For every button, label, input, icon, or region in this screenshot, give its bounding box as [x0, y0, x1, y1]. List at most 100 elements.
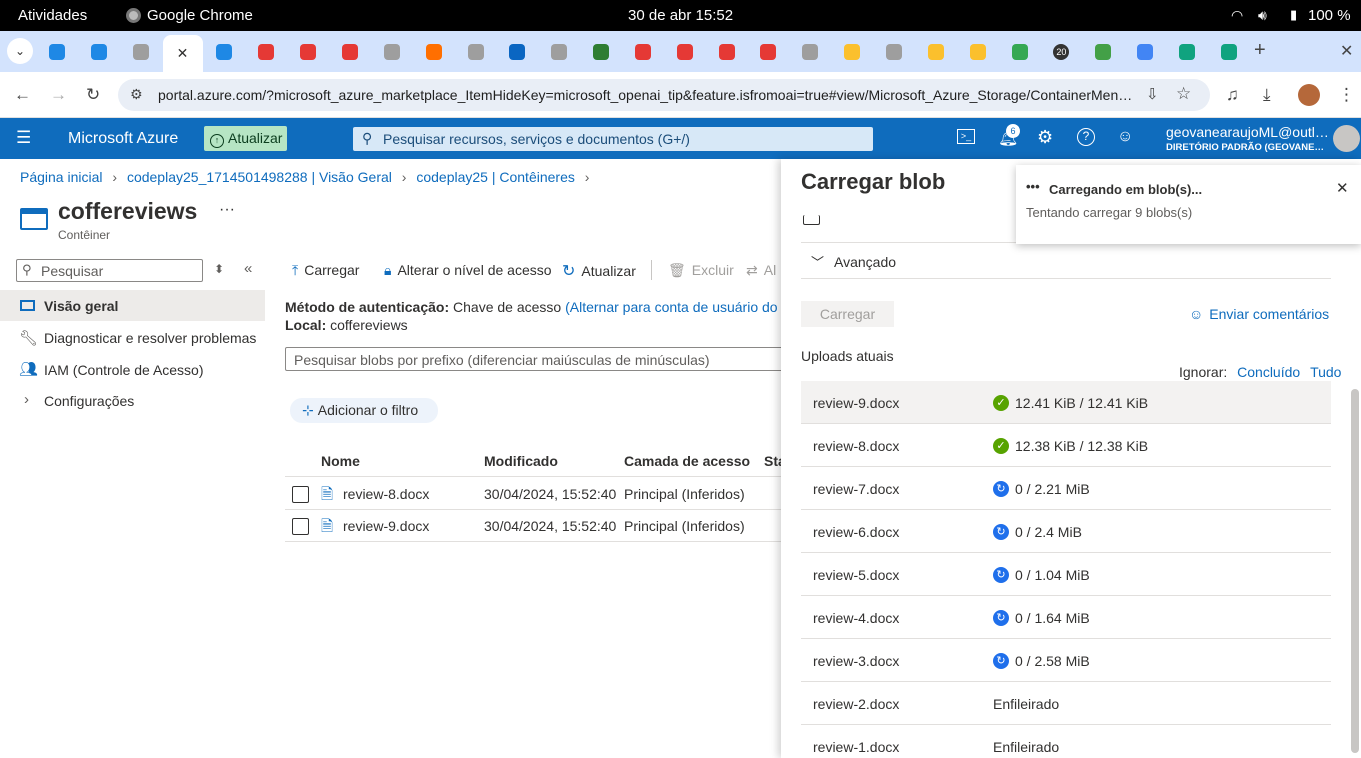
- volume-icon[interactable]: 🔊︎: [1258, 7, 1267, 24]
- global-search-input[interactable]: ⚲ Pesquisar recursos, serviços e documen…: [353, 127, 873, 151]
- battery-icon[interactable]: ▮: [1290, 7, 1297, 23]
- browser-tab[interactable]: [414, 35, 454, 69]
- col-tier[interactable]: Camada de acesso: [624, 453, 750, 469]
- new-tab-button[interactable]: +: [1254, 39, 1266, 62]
- breadcrumb-home[interactable]: Página inicial: [20, 169, 103, 185]
- browser-tab[interactable]: [246, 35, 286, 69]
- tab-search-button[interactable]: ⌄: [7, 38, 33, 64]
- breadcrumb-storage-account[interactable]: codeplay25_1714501498288 | Visão Geral: [127, 169, 392, 185]
- table-row[interactable]: 🗎 review-8.docx 30/04/2024, 15:52:40 Pri…: [285, 478, 785, 510]
- site-info-icon[interactable]: ⚙: [130, 86, 143, 103]
- change-access-command[interactable]: 🔒︎ Alterar o nível de acesso: [384, 262, 552, 279]
- update-button[interactable]: ↑ Atualizar: [204, 126, 287, 151]
- user-email[interactable]: geovanearaujoML@outl…: [1166, 124, 1329, 140]
- more-options-button[interactable]: ···: [219, 201, 235, 219]
- bookmark-star-icon[interactable]: ☆: [1176, 84, 1191, 104]
- nav-item-diagnose[interactable]: 🔧︎ Diagnosticar e resolver problemas: [0, 322, 265, 353]
- browser-tab[interactable]: [1125, 35, 1165, 69]
- upload-row[interactable]: review-1.docx Enfileirado: [801, 725, 1331, 758]
- expand-collapse-icon[interactable]: ⬍: [214, 262, 224, 276]
- browser-tab[interactable]: [790, 35, 830, 69]
- browser-tab[interactable]: [1167, 35, 1207, 69]
- clock[interactable]: 30 de abr 15:52: [628, 7, 733, 24]
- blob-name[interactable]: review-9.docx: [343, 518, 429, 534]
- col-name[interactable]: Nome: [321, 453, 360, 469]
- nav-item-iam[interactable]: 👥︎ IAM (Controle de Acesso): [0, 354, 265, 385]
- table-row[interactable]: 🗎 review-9.docx 30/04/2024, 15:52:40 Pri…: [285, 510, 785, 542]
- browser-tab[interactable]: [958, 35, 998, 69]
- browser-tab[interactable]: [623, 35, 663, 69]
- feedback-icon[interactable]: ☺: [1117, 128, 1133, 146]
- close-window-icon[interactable]: ✕: [1340, 41, 1353, 61]
- upload-command[interactable]: ⤒ Carregar: [292, 262, 359, 279]
- portal-menu-icon[interactable]: ☰: [16, 128, 31, 148]
- nav-item-settings[interactable]: › Configurações: [0, 385, 265, 416]
- blob-name[interactable]: review-8.docx: [343, 486, 429, 502]
- blob-search-input[interactable]: Pesquisar blobs por prefixo (diferenciar…: [285, 347, 785, 371]
- upload-row[interactable]: review-5.docx ↻ 0 / 1.04 MiB: [801, 553, 1331, 596]
- refresh-command[interactable]: ↻ Atualizar: [562, 261, 636, 281]
- upload-row[interactable]: review-3.docx ↻ 0 / 2.58 MiB: [801, 639, 1331, 682]
- azure-brand[interactable]: Microsoft Azure: [68, 130, 178, 148]
- upload-row[interactable]: review-9.docx ✓ 12.41 KiB / 12.41 KiB: [801, 381, 1331, 424]
- col-modified[interactable]: Modificado: [484, 453, 558, 469]
- change-tier-command[interactable]: ⇄ Al: [746, 262, 776, 279]
- blade-scrollbar[interactable]: [1351, 389, 1359, 753]
- user-avatar[interactable]: [1333, 125, 1360, 152]
- ignore-done-link[interactable]: Concluído: [1237, 364, 1300, 380]
- upload-row[interactable]: review-8.docx ✓ 12.38 KiB / 12.38 KiB: [801, 424, 1331, 467]
- back-icon[interactable]: ←: [14, 85, 31, 105]
- reload-icon[interactable]: ↻: [86, 85, 100, 105]
- send-feedback-link[interactable]: ☺ Enviar comentários: [1189, 306, 1329, 322]
- add-filter-button[interactable]: ⊹ Adicionar o filtro: [290, 398, 438, 423]
- upload-row[interactable]: review-7.docx ↻ 0 / 2.21 MiB: [801, 467, 1331, 510]
- media-controls-icon[interactable]: ♫: [1226, 85, 1239, 105]
- switch-auth-link[interactable]: (Alternar para conta de usuário do Micro…: [565, 299, 781, 315]
- browser-tab[interactable]: [79, 35, 119, 69]
- delete-command[interactable]: 🗑︎ Excluir: [668, 262, 734, 279]
- browser-tab[interactable]: [707, 35, 747, 69]
- upload-row[interactable]: review-2.docx Enfileirado: [801, 682, 1331, 725]
- browser-tab[interactable]: [539, 35, 579, 69]
- browser-tab[interactable]: 20: [1041, 35, 1081, 69]
- chrome-menu-icon[interactable]: ⋮: [1338, 85, 1355, 105]
- row-checkbox[interactable]: [292, 518, 309, 535]
- browser-tab[interactable]: [121, 35, 161, 69]
- browser-tab[interactable]: [330, 35, 370, 69]
- active-app[interactable]: Google Chrome: [126, 7, 253, 24]
- browser-tab[interactable]: [372, 35, 412, 69]
- browser-tab[interactable]: [1000, 35, 1040, 69]
- breadcrumb-containers[interactable]: codeplay25 | Contêineres: [416, 169, 575, 185]
- collapse-nav-icon[interactable]: «: [244, 260, 252, 277]
- browser-tab[interactable]: [497, 35, 537, 69]
- profile-avatar[interactable]: [1298, 84, 1320, 106]
- browser-tab[interactable]: [581, 35, 621, 69]
- browser-tab[interactable]: [204, 35, 244, 69]
- advanced-toggle[interactable]: ﹀ Avançado: [811, 252, 896, 271]
- nav-search-input[interactable]: ⚲ Pesquisar: [16, 259, 203, 282]
- upload-row[interactable]: review-4.docx ↻ 0 / 1.64 MiB: [801, 596, 1331, 639]
- wifi-icon[interactable]: ◠: [1231, 7, 1243, 24]
- browser-tab[interactable]: [288, 35, 328, 69]
- activities-button[interactable]: Atividades: [18, 7, 87, 24]
- close-icon[interactable]: ✕: [1336, 179, 1349, 197]
- omnibox[interactable]: ⚙ portal.azure.com/?microsoft_azure_mark…: [118, 79, 1210, 111]
- install-app-icon[interactable]: ⇩: [1146, 85, 1159, 103]
- tab-active[interactable]: ✕: [162, 35, 203, 72]
- upload-submit-button[interactable]: Carregar: [801, 301, 894, 327]
- browser-tab[interactable]: [1209, 35, 1249, 69]
- partial-checkbox[interactable]: [803, 215, 820, 225]
- ignore-all-link[interactable]: Tudo: [1310, 364, 1341, 380]
- forward-icon[interactable]: →: [50, 85, 67, 105]
- browser-tab[interactable]: [832, 35, 872, 69]
- row-checkbox[interactable]: [292, 486, 309, 503]
- browser-tab[interactable]: [665, 35, 705, 69]
- browser-tab[interactable]: [874, 35, 914, 69]
- settings-gear-icon[interactable]: ⚙: [1037, 127, 1053, 148]
- browser-tab[interactable]: [37, 35, 77, 69]
- nav-item-overview[interactable]: Visão geral: [0, 290, 265, 321]
- downloads-icon[interactable]: ⤓: [1263, 85, 1271, 105]
- browser-tab[interactable]: [916, 35, 956, 69]
- help-icon[interactable]: ?: [1077, 128, 1095, 146]
- browser-tab[interactable]: [1083, 35, 1123, 69]
